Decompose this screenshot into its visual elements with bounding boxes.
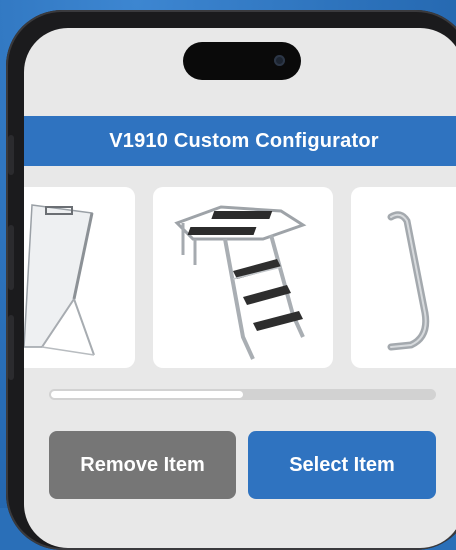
- product-card-side-panel[interactable]: [24, 187, 135, 368]
- grab-rail-icon: [387, 211, 430, 351]
- phone-volume-down-button: [8, 315, 14, 380]
- phone-side-button: [8, 135, 14, 175]
- product-card-ladder[interactable]: [153, 187, 333, 368]
- select-item-button[interactable]: Select Item: [248, 431, 436, 499]
- front-camera-icon: [274, 55, 285, 66]
- side-panel-icon: [24, 204, 95, 356]
- phone-volume-up-button: [8, 225, 14, 290]
- phone-screen: V1910 Custom Configurator Remove Item Se…: [24, 28, 456, 548]
- carousel-scrollbar[interactable]: [49, 389, 436, 400]
- ladder-icon: [174, 205, 307, 360]
- remove-item-button[interactable]: Remove Item: [49, 431, 236, 499]
- product-card-grab-rail[interactable]: [351, 187, 456, 368]
- phone-frame: V1910 Custom Configurator Remove Item Se…: [6, 10, 456, 550]
- dynamic-island: [183, 42, 301, 80]
- carousel-scrollbar-thumb[interactable]: [51, 391, 243, 398]
- page-title: V1910 Custom Configurator: [24, 116, 456, 166]
